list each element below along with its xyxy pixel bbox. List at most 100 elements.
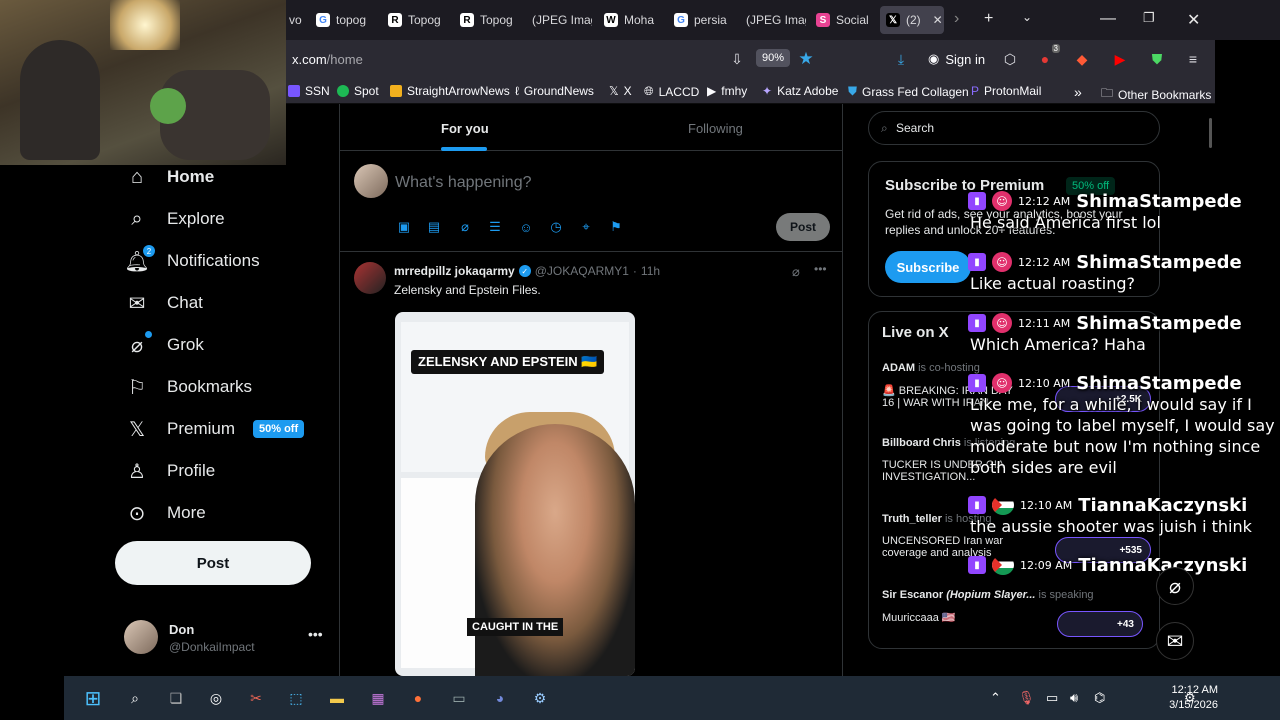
steam-icon[interactable]: ⚙ — [528, 686, 552, 710]
sidebar-item-explore[interactable]: ⌕ Explore — [125, 203, 224, 235]
space-title[interactable]: Muuriccaaa 🇺🇸 — [882, 611, 956, 624]
tweet-author-name[interactable]: mrredpillz jokaqarmy — [394, 264, 515, 278]
browser-tab[interactable]: Gtopog — [310, 6, 376, 34]
tweet[interactable]: mrredpillz jokaqarmy ✓ @JOKAQARMY1 · 11h… — [340, 254, 842, 720]
tab-following[interactable]: Following — [688, 121, 743, 136]
browser-tab[interactable]: W Moha — [598, 6, 664, 34]
browser-tab-active[interactable]: 𝕏 (2) ✕ — [880, 6, 944, 34]
sidebar-item-bookmarks[interactable]: ⚐ Bookmarks — [125, 371, 252, 403]
new-tab-icon[interactable]: + — [984, 10, 993, 28]
browser-tab[interactable]: (JPEG Imag — [740, 6, 806, 34]
listener-avatars[interactable]: +43 — [1057, 611, 1143, 637]
grok-float-icon[interactable]: ⌀ — [1156, 567, 1194, 605]
flag-icon[interactable]: ⚑ — [607, 218, 625, 236]
bookmark-star-icon[interactable]: ★ — [797, 49, 815, 68]
bookmark-item[interactable]: ⛊ Grass Fed Collagen — [848, 84, 969, 99]
search-icon[interactable]: ⌕ — [123, 686, 147, 710]
sidebar-item-premium[interactable]: 𝕏 Premium 50% off — [125, 413, 305, 445]
schedule-icon[interactable]: ◷ — [547, 218, 565, 236]
tray-overflow-icon[interactable]: ⌃ — [990, 690, 1001, 706]
network-icon[interactable]: ⌬ — [1094, 690, 1105, 706]
sidebar-item-home[interactable]: ⌂ Home — [125, 161, 214, 193]
avatar[interactable] — [354, 262, 386, 294]
extension-red-icon[interactable]: ● 3 — [1036, 44, 1060, 68]
grok-icon[interactable]: ⌀ — [792, 264, 800, 280]
bookmark-item[interactable]: SSN — [288, 84, 330, 98]
compose-input[interactable]: What's happening? — [395, 174, 531, 192]
minimize-icon[interactable]: — — [1100, 10, 1116, 28]
tweet-video[interactable]: ZELENSKY AND EPSTEIN 🇺🇦 CAUGHT IN THE — [395, 312, 635, 676]
store-icon[interactable]: ⬚ — [284, 686, 308, 710]
bookmark-item[interactable]: ▶ fmhy — [707, 84, 747, 98]
task-view-icon[interactable]: ❏ — [164, 686, 188, 710]
tab-for-you[interactable]: For you — [441, 121, 489, 136]
url-bar[interactable]: x.com/home — [292, 52, 363, 67]
bookmark-item[interactable]: Spot — [337, 84, 379, 98]
notification-center-icon[interactable]: ⚙ — [1184, 690, 1196, 706]
more-dots-icon[interactable]: ••• — [814, 262, 827, 276]
grok-icon[interactable]: ⌀ — [456, 218, 474, 236]
image-icon[interactable]: ▣ — [395, 218, 413, 236]
gif-icon[interactable]: ▤ — [425, 218, 443, 236]
sidebar-item-more[interactable]: ⊙ More — [125, 497, 206, 529]
snipping-tool-icon[interactable]: ✂ — [244, 686, 268, 710]
shield-icon[interactable]: ⛊ — [1148, 50, 1166, 68]
tweet-time[interactable]: 11h — [641, 264, 660, 278]
account-switcher[interactable]: Don @DonkaiImpact ••• — [124, 620, 324, 660]
browser-tab[interactable]: R Topog — [454, 6, 520, 34]
monitor-app-icon[interactable]: ▭ — [447, 686, 471, 710]
sidebar-item-grok[interactable]: ⌀ Grok — [125, 329, 204, 361]
bookmark-item[interactable]: P ProtonMail — [971, 84, 1041, 98]
sidebar-item-profile[interactable]: ♙ Profile — [125, 455, 215, 487]
bookmark-item[interactable]: ℓ GroundNews — [515, 84, 594, 98]
list-tabs-icon[interactable]: ⌄ — [1022, 10, 1032, 24]
bookmark-item[interactable]: ✦ Katz Adobe — [762, 84, 838, 98]
more-dots-icon[interactable]: ••• — [308, 626, 323, 642]
tab-scroll-right-icon[interactable]: › — [954, 10, 959, 28]
emoji-icon[interactable]: ☺ — [517, 218, 535, 236]
subscribe-button[interactable]: Subscribe — [885, 251, 971, 283]
post-button[interactable]: Post — [115, 541, 311, 585]
sign-in-button[interactable]: ◉ Sign in — [928, 51, 985, 67]
brave-lion-icon[interactable]: ◆ — [1073, 50, 1091, 68]
tweet-author-handle[interactable]: @JOKAQARMY1 — [535, 264, 629, 278]
bookmarks-overflow-icon[interactable]: » — [1074, 84, 1082, 100]
volume-icon[interactable]: 🔊︎ — [1070, 690, 1078, 706]
file-explorer-icon[interactable]: ▬ — [325, 686, 349, 710]
firefox-icon[interactable]: ● — [406, 686, 430, 710]
location-icon[interactable]: ⌖ — [577, 218, 595, 236]
discord-icon[interactable]: ◕ — [488, 686, 512, 710]
browser-tab[interactable]: Gpersia — [668, 6, 734, 34]
display-icon[interactable]: ▭ — [1046, 690, 1058, 706]
bookmark-item[interactable]: StraightArrowNews — [390, 84, 510, 98]
app-icon[interactable]: ▦ — [366, 686, 390, 710]
browser-tab[interactable]: vo — [283, 6, 307, 34]
restore-icon[interactable]: ❐ — [1143, 10, 1155, 26]
sidebar-item-notifications[interactable]: 🔔︎ 2 Notifications — [124, 245, 260, 277]
browser-tab[interactable]: S Social — [810, 6, 876, 34]
other-bookmarks[interactable]: 🗀 Other Bookmarks — [1101, 84, 1211, 105]
bookmark-item[interactable]: 𝕏X — [609, 84, 632, 98]
browser-tab[interactable]: R Topog — [382, 6, 448, 34]
microphone-icon[interactable]: 🎙︎ — [1018, 690, 1035, 706]
search-input[interactable]: ⌕ Search — [868, 111, 1160, 145]
sidebar-item-chat[interactable]: ✉ Chat — [125, 287, 203, 319]
install-app-icon[interactable]: ⇩ — [728, 50, 746, 68]
close-tab-icon[interactable]: ✕ — [933, 13, 943, 27]
live-space-row[interactable]: ADAM is co-hosting — [882, 362, 980, 374]
browser-tab[interactable]: (JPEG Imag — [526, 6, 592, 34]
zoom-indicator[interactable]: 90% — [756, 49, 791, 67]
live-space-row[interactable]: Sir Escanor (Hopium Slayer... is speakin… — [882, 589, 1094, 601]
scrollbar[interactable] — [1209, 118, 1212, 148]
menu-icon[interactable]: ≡ — [1184, 50, 1202, 68]
close-window-icon[interactable]: ✕ — [1187, 10, 1200, 30]
youtube-icon[interactable]: ▶ — [1111, 50, 1129, 68]
downloads-icon[interactable]: ⤓ — [892, 50, 910, 68]
bookmark-item[interactable]: 🌐︎ LACCD — [644, 84, 699, 99]
windows-start-icon[interactable]: ⊞ — [81, 686, 105, 710]
messages-float-icon[interactable]: ✉ — [1156, 622, 1194, 660]
poll-icon[interactable]: ☰ — [486, 218, 504, 236]
compose-post-button[interactable]: Post — [776, 213, 830, 241]
chrome-icon[interactable]: ◎ — [204, 686, 228, 710]
extensions-icon[interactable]: ⬡ — [1001, 50, 1019, 68]
